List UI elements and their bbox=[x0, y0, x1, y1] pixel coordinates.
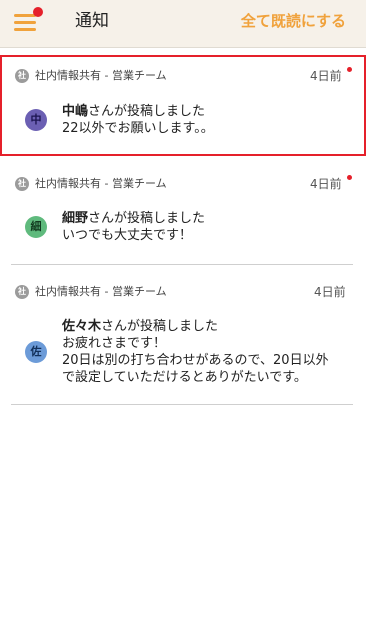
message-line: 22以外でお願いします。。 bbox=[62, 121, 214, 136]
author-name: 細野 bbox=[62, 211, 89, 226]
app-header: 通知 全て既読にする bbox=[0, 0, 366, 48]
notification-item[interactable]: 社 社内情報共有 - 営業チーム 4日前 細 細野さんが投稿しました いつでも大… bbox=[0, 165, 366, 265]
notification-text: 佐々木さんが投稿しました お疲れさまです！ 20日は別の打ち合わせがあるので、2… bbox=[62, 318, 329, 386]
message-line: お疲れさまです！ bbox=[62, 336, 167, 351]
channel-badge-icon: 社 bbox=[15, 285, 29, 299]
avatar: 佐 bbox=[25, 341, 47, 363]
avatar: 細 bbox=[25, 216, 47, 238]
author-name: 佐々木 bbox=[62, 319, 102, 334]
timestamp: 4日前 bbox=[314, 285, 346, 299]
author-name: 中嶋 bbox=[62, 104, 89, 119]
unread-dot bbox=[347, 175, 352, 180]
post-action: さんが投稿しました bbox=[88, 104, 206, 119]
notification-item[interactable]: 社 社内情報共有 - 営業チーム 4日前 佐 佐々木さんが投稿しました お疲れさ… bbox=[0, 273, 366, 405]
channel-badge-icon: 社 bbox=[15, 177, 29, 191]
avatar: 中 bbox=[25, 109, 47, 131]
channel-name: 社内情報共有 - 営業チーム bbox=[35, 285, 167, 298]
timestamp: 4日前 bbox=[310, 177, 342, 191]
channel-name: 社内情報共有 - 営業チーム bbox=[35, 177, 167, 190]
post-action: さんが投稿しました bbox=[88, 211, 206, 226]
mark-all-read-button[interactable]: 全て既読にする bbox=[241, 10, 346, 32]
message-line: で設定していただけるとありがたいです。 bbox=[62, 370, 307, 385]
notification-item[interactable]: 社 社内情報共有 - 営業チーム 4日前 中 中嶋さんが投稿しました 22以外で… bbox=[0, 55, 366, 156]
notification-text: 細野さんが投稿しました いつでも大丈夫です！ bbox=[62, 210, 205, 244]
timestamp: 4日前 bbox=[310, 69, 342, 83]
unread-dot bbox=[347, 67, 352, 72]
post-action: さんが投稿しました bbox=[101, 319, 219, 334]
channel-name: 社内情報共有 - 営業チーム bbox=[35, 69, 167, 82]
notification-text: 中嶋さんが投稿しました 22以外でお願いします。。 bbox=[62, 103, 214, 137]
page-title: 通知 bbox=[75, 11, 109, 31]
message-line: 20日は別の打ち合わせがあるので、20日以外 bbox=[62, 353, 329, 368]
menu-badge-dot bbox=[33, 7, 43, 17]
message-line: いつでも大丈夫です！ bbox=[62, 228, 193, 243]
divider bbox=[11, 404, 353, 405]
channel-badge-icon: 社 bbox=[15, 69, 29, 83]
divider bbox=[11, 264, 353, 265]
